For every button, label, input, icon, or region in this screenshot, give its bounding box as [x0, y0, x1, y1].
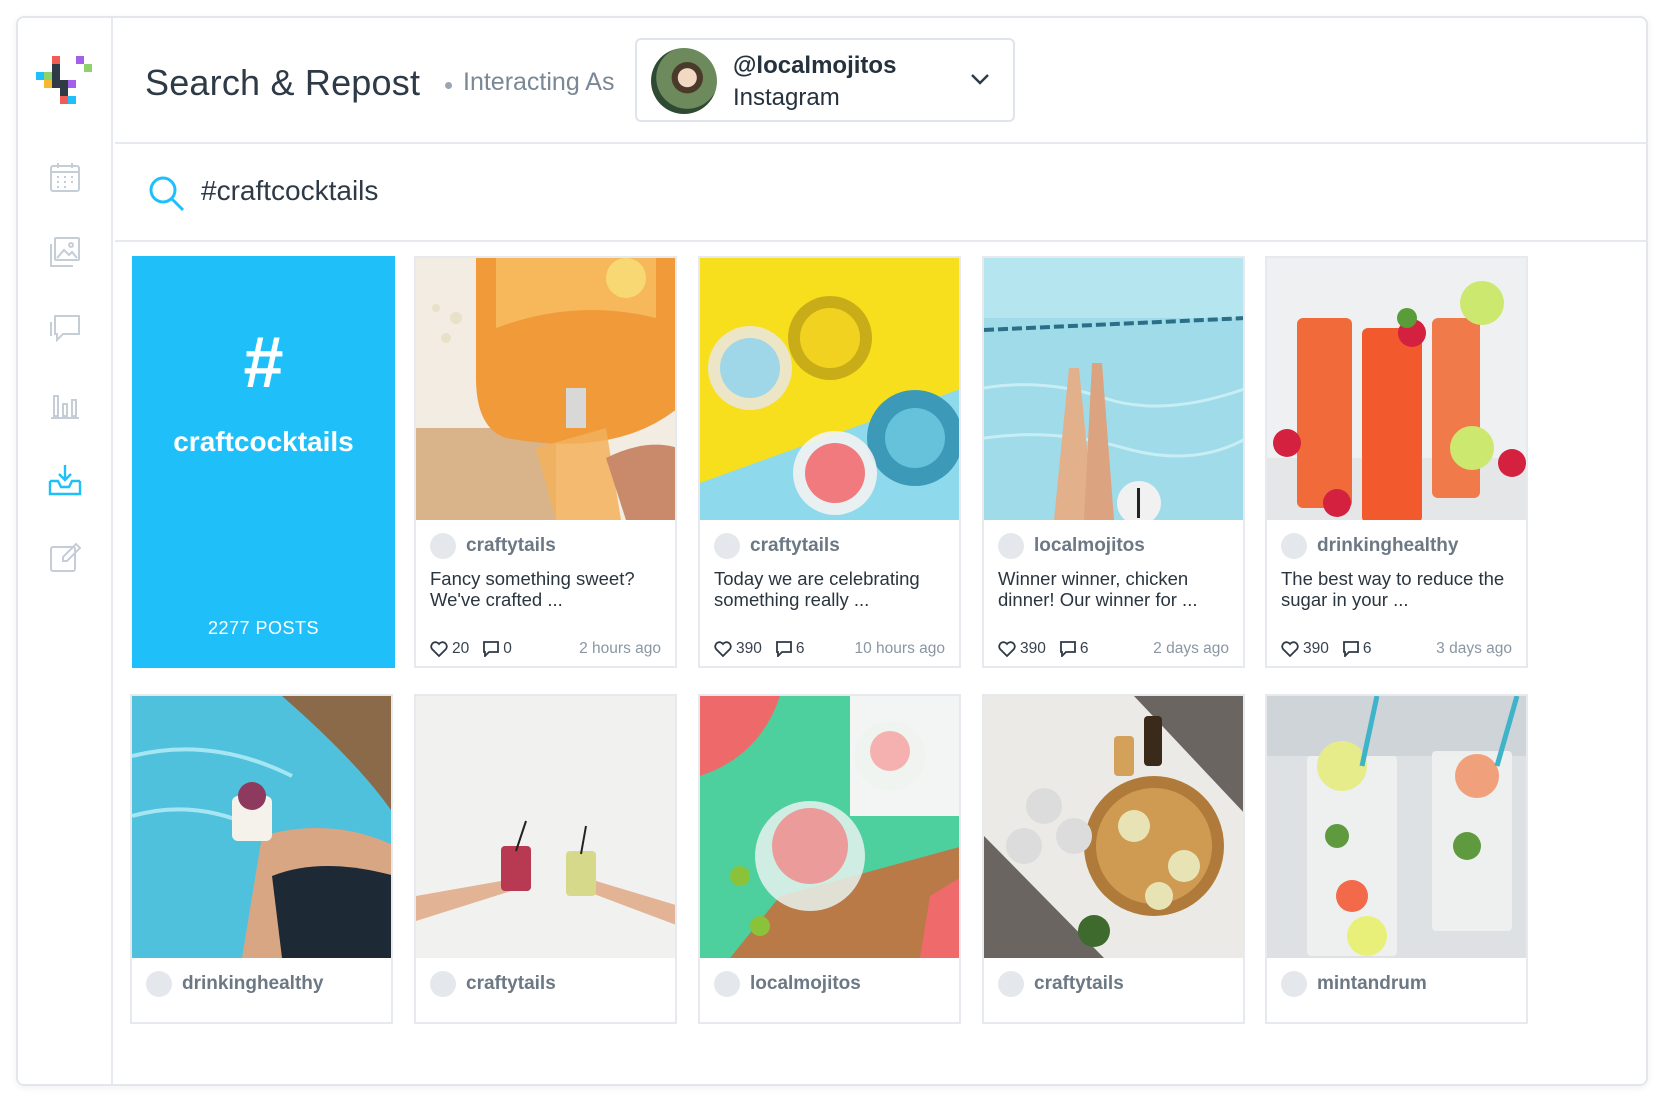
user-avatar — [1281, 971, 1307, 997]
sidebar — [18, 18, 113, 1084]
sidebar-item-media[interactable] — [46, 233, 84, 271]
post-card[interactable]: drinkinghealthy — [130, 694, 393, 1024]
user-avatar — [1281, 533, 1307, 559]
sidebar-item-calendar[interactable] — [46, 158, 84, 196]
like-count: 390 — [736, 640, 762, 657]
post-meta: 390 6 3 days ago — [1281, 638, 1512, 660]
account-platform: Instagram — [733, 84, 840, 111]
heart-icon[interactable] — [714, 641, 732, 657]
post-meta: 20 0 2 hours ago — [430, 638, 661, 660]
post-image — [700, 696, 959, 958]
post-card[interactable]: localmojitos Winner winner, chicken dinn… — [982, 256, 1245, 668]
calendar-icon — [50, 163, 80, 192]
post-image — [1267, 258, 1526, 520]
post-image — [1267, 696, 1526, 958]
search-input[interactable] — [201, 166, 801, 216]
sidebar-item-search-repost[interactable] — [46, 461, 84, 499]
post-card[interactable]: craftytails Fancy something sweet? We've… — [414, 256, 677, 668]
post-caption: Winner winner, chicken dinner! Our winne… — [998, 568, 1198, 610]
search-icon[interactable] — [147, 174, 187, 214]
hashtag-icon: # — [243, 323, 284, 403]
comment-count: 0 — [503, 640, 512, 657]
sidebar-item-compose[interactable] — [46, 538, 84, 576]
post-card[interactable]: craftytails — [982, 694, 1245, 1024]
user-avatar — [430, 971, 456, 997]
user-avatar — [714, 533, 740, 559]
post-time: 2 hours ago — [579, 640, 661, 657]
post-time: 10 hours ago — [854, 640, 946, 657]
post-username[interactable]: craftytails — [750, 535, 840, 557]
post-card[interactable]: mintandrum — [1265, 694, 1528, 1024]
post-image — [416, 696, 675, 958]
post-image — [132, 696, 391, 958]
post-card[interactable]: localmojitos — [698, 694, 961, 1024]
hashtag-post-count: 2277 POSTS — [207, 618, 320, 638]
comment-count: 6 — [795, 640, 805, 657]
post-card[interactable]: drinkinghealthy The best way to reduce t… — [1265, 256, 1528, 668]
post-time: 2 days ago — [1153, 640, 1229, 657]
user-avatar — [146, 971, 172, 997]
post-username[interactable]: craftytails — [1034, 973, 1124, 995]
post-image — [984, 258, 1243, 520]
page-header: Search & Repost Interacting As @localmoj… — [115, 18, 1646, 144]
post-caption: Today we are celebrating something reall… — [714, 568, 920, 610]
post-meta: 390 6 2 days ago — [998, 638, 1229, 660]
account-selector[interactable]: @localmojitos Instagram — [635, 38, 1015, 122]
account-handle: @localmojitos — [733, 52, 897, 79]
post-caption: Fancy something sweet? We've crafted ... — [430, 568, 635, 610]
chevron-down-icon — [971, 74, 989, 85]
user-avatar — [430, 533, 456, 559]
like-count: 390 — [1020, 640, 1046, 657]
separator-dot — [445, 82, 452, 89]
account-avatar — [651, 48, 717, 114]
post-username[interactable]: drinkinghealthy — [1317, 535, 1458, 557]
post-meta: 390 6 10 hours ago — [714, 638, 945, 660]
comment-icon[interactable] — [775, 641, 792, 657]
post-image — [984, 696, 1243, 958]
post-username[interactable]: localmojitos — [1034, 535, 1145, 557]
image-gallery-icon — [50, 237, 80, 267]
sidebar-item-messages[interactable] — [46, 309, 84, 347]
user-avatar — [998, 971, 1024, 997]
heart-icon[interactable] — [430, 641, 448, 657]
page-title: Search & Repost — [145, 62, 421, 103]
comment-count: 6 — [1079, 640, 1089, 657]
heart-icon[interactable] — [1281, 641, 1299, 657]
bar-chart-icon — [51, 395, 79, 419]
app-logo[interactable] — [36, 56, 96, 116]
heart-icon[interactable] — [998, 641, 1016, 657]
user-avatar — [998, 533, 1024, 559]
post-card[interactable]: craftytails — [414, 694, 677, 1024]
post-username[interactable]: craftytails — [466, 973, 556, 995]
comment-icon[interactable] — [483, 641, 500, 657]
like-count: 390 — [1303, 640, 1329, 657]
download-inbox-icon — [48, 465, 82, 496]
post-image — [416, 258, 675, 520]
post-time: 3 days ago — [1436, 640, 1512, 657]
post-username[interactable]: craftytails — [466, 535, 556, 557]
like-count: 20 — [452, 640, 470, 657]
edit-icon — [50, 542, 81, 572]
post-image — [700, 258, 959, 520]
chat-icon — [50, 315, 80, 343]
comment-icon[interactable] — [1342, 641, 1359, 657]
post-card[interactable]: craftytails Today we are celebrating som… — [698, 256, 961, 668]
post-username[interactable]: localmojitos — [750, 973, 861, 995]
hashtag-summary-card[interactable]: # craftcocktails 2277 POSTS — [132, 256, 395, 668]
post-username[interactable]: mintandrum — [1317, 973, 1427, 995]
user-avatar — [714, 971, 740, 997]
comment-count: 6 — [1362, 640, 1372, 657]
hashtag-name: craftcocktails — [173, 426, 354, 457]
sidebar-item-analytics[interactable] — [46, 385, 84, 423]
interacting-as-label: Interacting As — [463, 68, 615, 96]
post-username[interactable]: drinkinghealthy — [182, 973, 323, 995]
post-caption: The best way to reduce the sugar in your… — [1281, 568, 1505, 610]
comment-icon[interactable] — [1059, 641, 1076, 657]
search-bar — [115, 146, 1646, 242]
